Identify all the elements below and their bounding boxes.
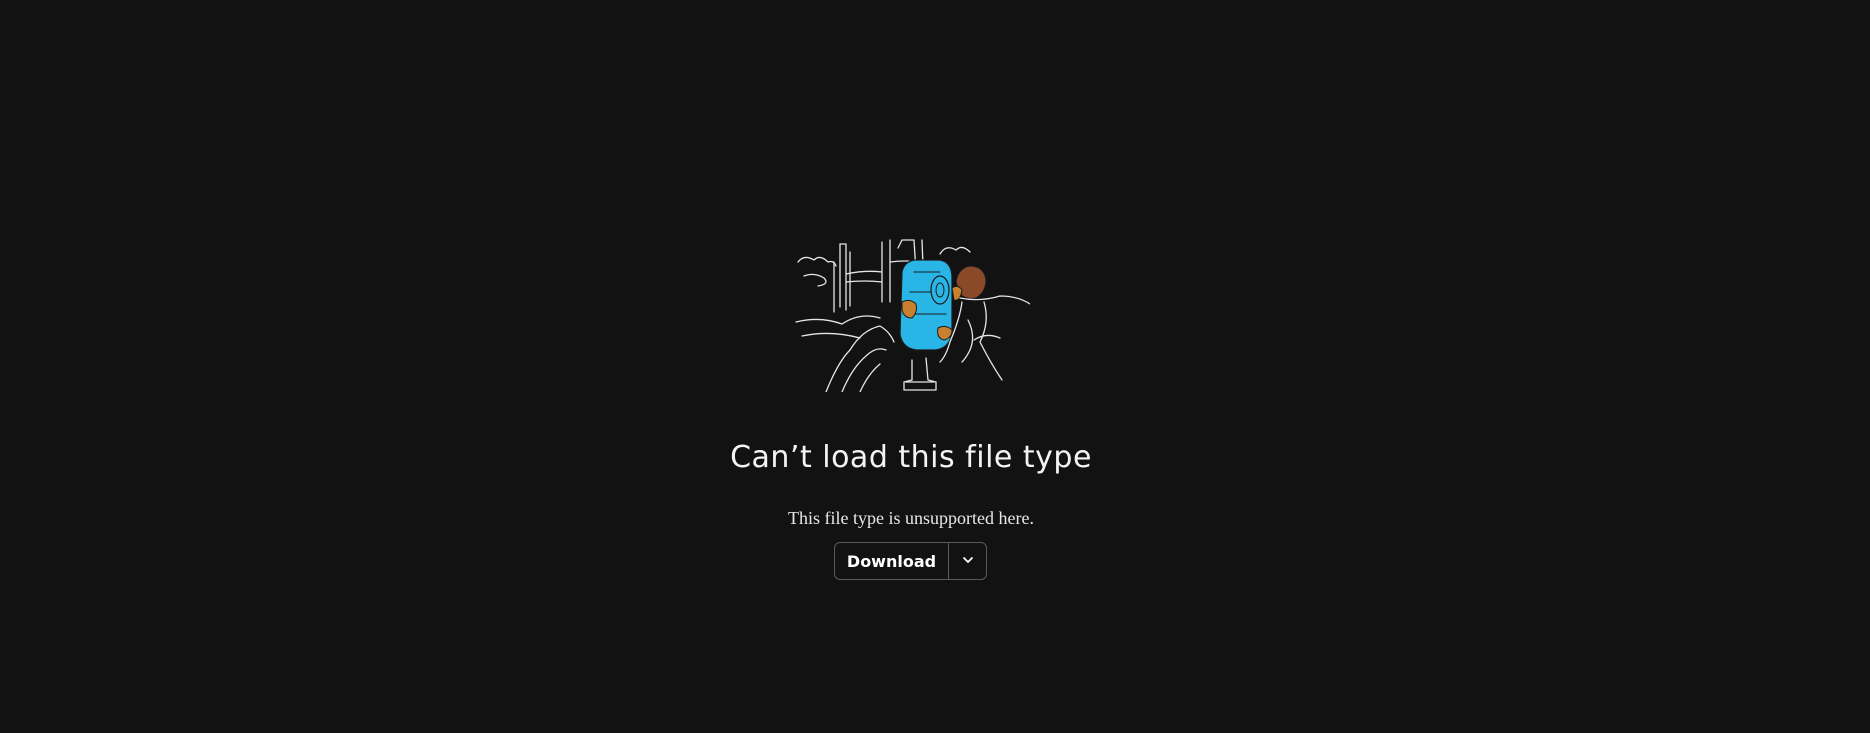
download-split-button: Download <box>834 542 987 580</box>
binoculars-viewer-illustration <box>790 232 1031 393</box>
download-options-button[interactable] <box>949 543 986 579</box>
chevron-down-icon <box>961 553 975 570</box>
file-preview-page: Can’t load this file type This file type… <box>0 0 1870 733</box>
download-button[interactable]: Download <box>835 543 949 579</box>
page-title: Can’t load this file type <box>730 440 1092 475</box>
unsupported-message: This file type is unsupported here. <box>788 508 1034 528</box>
